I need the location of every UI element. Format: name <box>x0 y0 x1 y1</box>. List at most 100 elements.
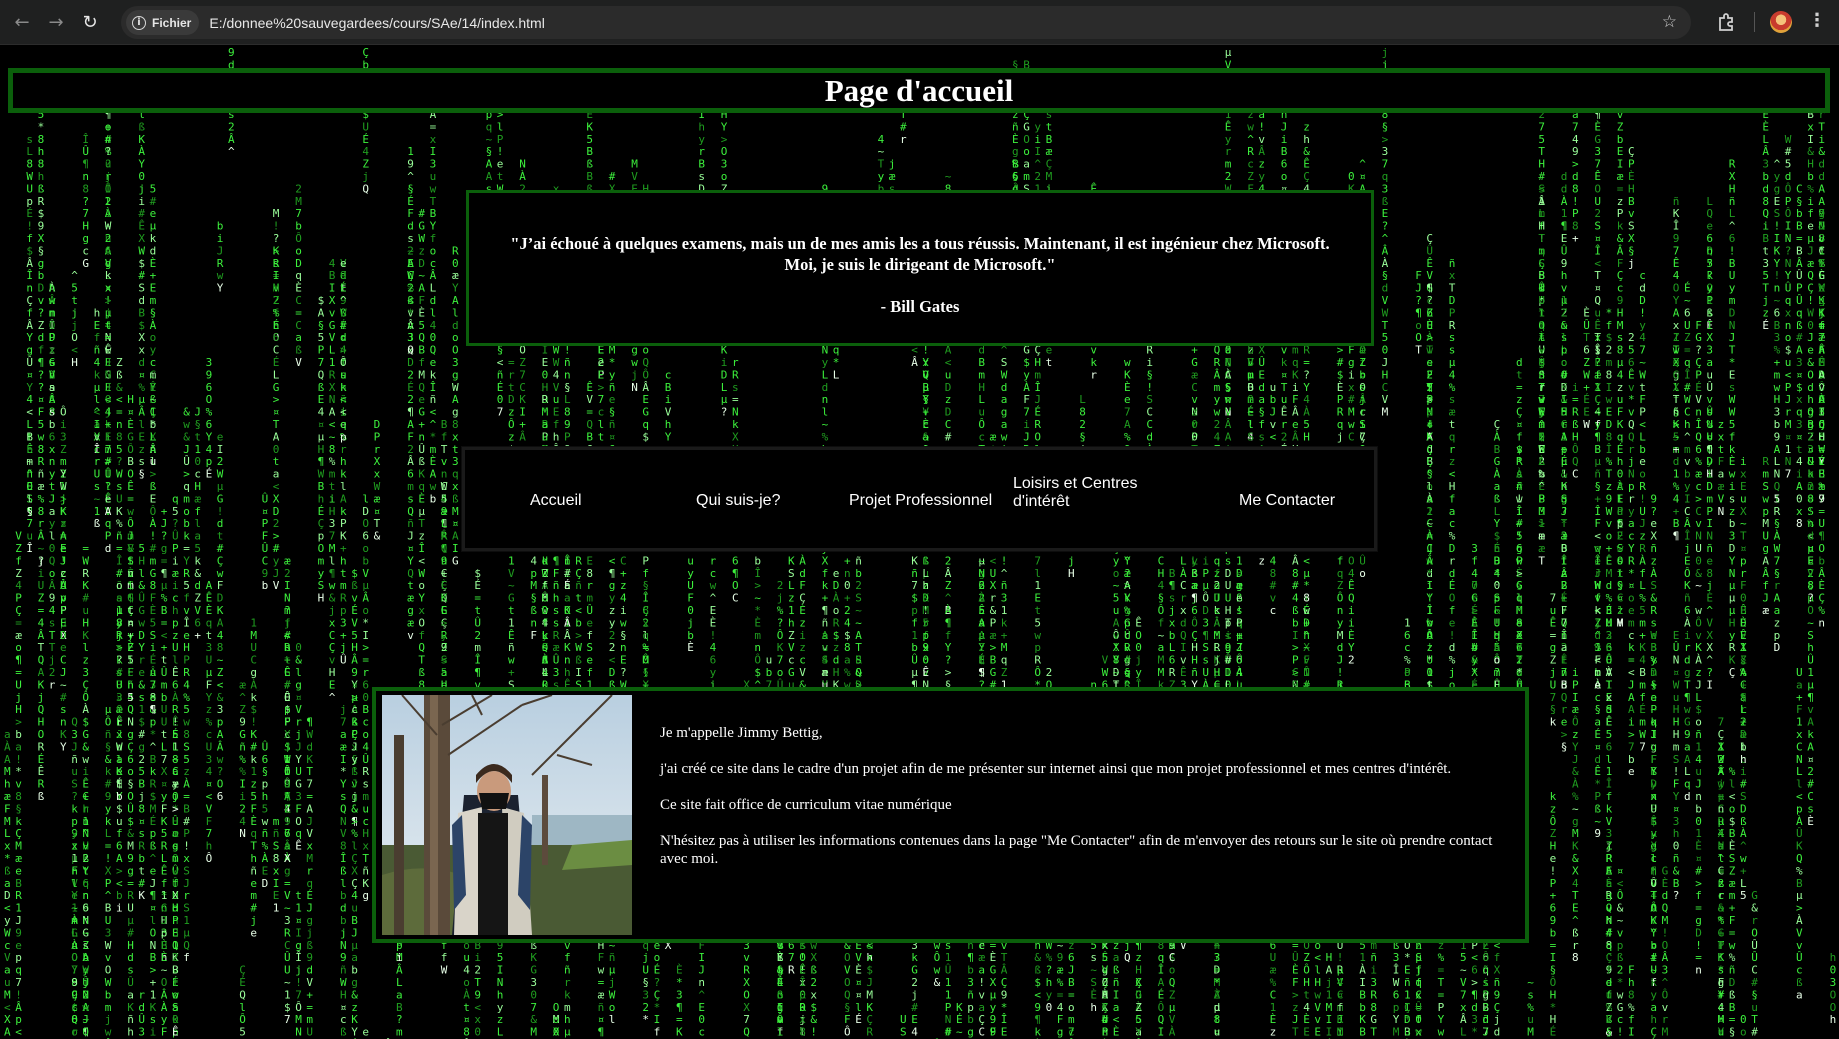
svg-text:ÈÛT6ZW+ÉEW: È Û T 6 Z W + É E W <box>1583 306 1590 431</box>
intro-paragraph: Je m'appelle Jimmy Bettig, <box>660 724 1515 742</box>
svg-text:G&rOÛÛC#§uT##: G&rOÛÛC#§uT## <box>1751 889 1758 1039</box>
quote-line-2: Moi, je suis le dirigeant de Microsoft." <box>785 255 1056 274</box>
toolbar-divider <box>1754 12 1755 32</box>
nav-link-me-contacter[interactable]: Me Contacter <box>1239 492 1335 510</box>
svg-text:Û¤PFÛC9bÛ6§ph5wñ%ÀED: Û ¤ P F Û C 9 b Û 6 § p h 5 w ñ% À E D <box>262 492 269 889</box>
main-navigation: Accueil Qui suis-je? Projet Professionne… <box>461 446 1378 552</box>
svg-text:h03OOh: h03OOh <box>1830 951 1837 1026</box>
svg-text:È¶GÇn+ÈlFñ4QNgÇ6o§OÛ$&M9g=RUµ#: È¶GÇn+ÈlFñ4QNgÇ6o§OÛ$&M9g=RUµ#HdsÛaKñhUH… <box>127 393 134 1039</box>
svg-text:æ^Z9Gñ%%Ii24NÇÉQlÔ58: æ^Z9Gñ%%Ii24NÇÉQlÔ58 <box>239 678 246 1039</box>
back-arrow-icon[interactable]: ← <box>5 5 39 39</box>
svg-text:2AW%ßvÂJxD2É2¶AF2Â6msQñJ¤YQtæg: 2 A W% ß v Â Jx D 2 É 2 ¶ A F 2 Â 6 m s Qñ J ¤ Y Qt æ g æ v1 9 ^ § É Fd s… <box>407 145 414 642</box>
menu-icon[interactable]: ⋮ <box>1808 10 1826 31</box>
svg-text:EÛN¤WuHHHmS!FY¤3h0ñ&B?ñKÎ97Ê4O: E Û N ¤ Wu H H Hm S! F Y ¤ 3 h 0 ñ & B ?ñ K Î 9 7 Ê 4 O Y Ax 1 w Xg l f §… <box>1673 195 1680 902</box>
svg-text:GUavZbEIæ=zPk&ÂFÇc9HMs8µ4zuFKq: GUavZbEIæ=zPk&ÂFÇc9HMs8µ4zuFKqÉh0ÀEP¶2Ss… <box>1617 71 1624 1039</box>
page-title: Page d'accueil <box>825 73 1014 109</box>
svg-text:È*3¶=K8: È*3¶=K8 <box>676 964 683 1039</box>
svg-text:9N8CYFWKj=æñG¤ÛOFñOWÉE%7=U¶ObÂ: 9 N 8 C Y F W Kj = æ ñ G ¤ Û O Fñ O W É E% 7 = U ¶ Ob Â È Ç% nr Ti & d d… <box>1818 108 1825 629</box>
svg-text:LQe6Q5?Q1sÊÛUU0yHh?kyPßIX3auÛv: L Qe 6 Q 5? Q 1 s Ê Û U U 0 y Hh? k y Pß I X 3 a u Ûv s% ¤ ¶ Di Dm P I… <box>1706 195 1713 692</box>
svg-text:Vdt9ßÉd>fuhñie%rhklAkPK+htmRp3: Vd t 9 ß Éd > f u h ñ i e% r h k l Ak P K + h t m Rp 3 + j Ûe 9 É ^ W # ¤… <box>340 257 347 1039</box>
nav-link-qui-suis-je[interactable]: Qui suis-je? <box>696 492 780 510</box>
svg-text:µm%¶ÈG37ÊOU2S¤Î<T¤QuÊT§ÈfXÇ4fx: µm%¶ÈG37ÊOU2S¤Î<T¤QuÊT§ÈfXÇ4fxÎ?æ1C~y¶Bµ… <box>1594 71 1601 840</box>
svg-text:J§t10cHæfla5k&dZV6+: J § t 1 0 c Hæ f l a 5 k & d Z V 6 + <box>194 406 201 642</box>
svg-text:4BIXvGVL1RXNA<~8%mtiH37Ml¶w&jx: 4 B I Xv G V L 1 R X N A < ~8% m t i H 3 7 Ml ¶ w & j x C Çv H E ^ <box>329 257 336 704</box>
introduction-text: Je m'appelle Jimmy Bettig, j'ai créé ce … <box>660 724 1515 886</box>
svg-text:biJRwYeI2WµG!dt#ÇwFDKA48~Z<&3p: b i J Rw Ye I 2 Wµ G! d t # Çw F D K A 4 8 ~ Z < & 3 p A Âw? O 6 <box>217 220 224 803</box>
svg-text:KÉ~R: KÉ~R <box>956 1001 963 1039</box>
svg-text:PIR§ÀW7§rAazpD^ygES!IKY!n~6B3%: PIR§ÀW7§rAazpD^ygES!IKY!n~6B3%+mwH3b9ALN… <box>1774 158 1781 1039</box>
site-info-label: Fichier <box>152 16 191 30</box>
nav-link-projet-professionnel[interactable]: Projet Professionnel <box>849 492 992 510</box>
svg-text:$ßvÉV5HÂ9YµAkPx§ßvg&¶¤>cßÇJy!J: $ ß v É V 5 H Â 9 Yµ Ak Px § ß v g & ¶¤ > c ß Ç Jy! Jj & >% l Ç X Ç 4 u… <box>351 567 358 1039</box>
svg-text:Ua+F1xCNLl<pÀÛKQ%Bµ>ÀVvÛcßaC§b: Ua + F 1 x C N Ll < p À Û K Q% Bµ > À Vv Ûc ß aC § b B = B Â Û P Ûq ß #… <box>1796 182 1803 1001</box>
svg-text:*f$2m8IwED8Î%Tz9Wvo+ÊMd%3u26ÉV: * f $2 m 8 Iw E D 8 Î% Tz 9 Wv o + Ê Md% 3 u 2 6 É V 1 E S ÊÉ M 3 ß Ô À… <box>1606 306 1613 1039</box>
svg-text:2W>k¤=E!zÀvPµXÔi3ZmYljKzAeJcÛp: 2 W > k ¤ = E! z Àv Pµ XÔ i 3 Zm Yl j Kz Ae Jc Ûp F E De C J ~ # s n… <box>60 406 67 754</box>
page-viewport: aÀAMhæFMLx*ßaD<yWcVauM<XA* VZfZ4PÇ=æo¶=Uj… <box>0 46 1839 1039</box>
address-bar[interactable]: i Fichier E:/donnee%20sauvegardees/cours… <box>121 6 1691 39</box>
svg-text:mñS8xIE1>s=v2fhOM!?KRIMZ%É6CÉL: m ñ S 8 x I E 1> s = v 2 f h OM!? K R I M Z% É 6 C É L G > ¤ T A 0 t a < X… <box>273 207 280 914</box>
svg-text:7uÊ=gZjU7§kkzÔZHe!P+69b=I§ÔH*H: 7uÊ=gZjU7§kkzÔZHe!P+69b=I§ÔH*HÉE <box>1550 592 1557 1039</box>
svg-text:GÈdQM!OÂ3^ÔvrMñ: GÈdQM!OÂ3^ÔvrMñ <box>1662 864 1669 1039</box>
svg-text:5Hl&ÛGwDYre&s1$#g25Bj8¤sRbt#Kl: 5 Hl & Û Gw D Yr e & s 1 $ # g 2 5 Bj 8 ¤ s Rb t # Kl ß K À Y 0 j i # Ê X… <box>138 108 145 1039</box>
quote-line-1: "J’ai échoué à quelques examens, mais un… <box>510 234 1329 253</box>
svg-text:FG?ÇPÉVnÎQ6%æc>CvNU0&~wÔvKÀzJL: F G? Ç P É Vn Î Q 6% æ c > Cv N U 0 & ~ w Ôv K Àz J L $ o ñ 1 4 u Jn b 0… <box>1695 319 1702 977</box>
svg-text:¶WdKT7=AJVxMrqÉJgjß9dV+=mUR: ¶WdKT7=AJVxMrqÉJgjß9dV+=mUR <box>306 716 313 1039</box>
info-icon: i <box>132 15 146 30</box>
site-info-button[interactable]: i Fichier <box>126 10 200 35</box>
svg-text:Q3JñuS?kp9xµnVe1mLÀOY8Ç$Qoj^5t: Q3JñuS?kp9xµnVe1mLÀOY8Ç$Qoj^5tjjO<Hyz1Fl… <box>71 269 78 1039</box>
svg-text:396O%6Y4pÉAÊÈqt3UµFYz%cU34¤<VF: 3 9 6 O% 6 Y 4 p É A Ê Èq t 3 Uµ F Yz% c U 3 4 ¤ < V F 7 h Ô <box>206 356 213 865</box>
profile-photo <box>382 695 632 935</box>
introduction-section: Je m'appelle Jimmy Bettig, j'ai créé ce … <box>372 687 1529 943</box>
svg-text:7Ç12Xj+CR4a^=ßr&*+TKsFY4MuqXWÂ: 7Ç12Xj+CR4a^=ßr&*+TKsFY4MuqXWÂwµnµXNlCzc… <box>1718 418 1725 1039</box>
svg-text:?iUZ=4ÂTQAKjQHORÉÊRßCÉ5*8h8hßR: ?iUZ=4ÂTQAKjQHORÉÊRßCÉ5*8h8hßR$9X§gbDv?Z… <box>38 83 45 803</box>
svg-text:+J?g=¶µ%B=<+tÛmbUUtL7X¤yFK5RLÊ: + J? g = ¶ µ% B = < + t Ûm b U Ut L 7 X ¤ y F K 5 R L Êf 1 n H 3 Èh* G J… <box>161 505 168 1039</box>
svg-text:R0æYAldoO3gWAg8xt3qxßM¤AIG: R 0 æ Y Al d o O 3 g W Ag 8 x t 3 q x ß M ¤ A I G <box>452 244 459 567</box>
svg-text:µ2msLoOK&5G1+µ1hS?*30tz2+7QÎ2f: µ 2 m s Lo O K & 5 G 1 + µ 1 h S? * 3 0 t z 2 +7 Q Î 2 f 7 d Qr e > §d d À… <box>1561 170 1568 753</box>
nav-link-accueil[interactable]: Accueil <box>530 492 582 510</box>
svg-text:$A§5P7QßE4¤µH¶WBhÉÇpOmySH: $ A § 5 P 7 Qß E 4 ¤ µ H ¶ W Bh É Çp Om y S H <box>318 294 325 605</box>
svg-text:µ275TH#SÂLf!mÇB<!lqÀwg^77E^¶W2: µ275TH#SÂLf!mÇB<!lqÀwg^77E^¶W2Ip1OfU$STv… <box>1538 96 1545 568</box>
svg-text:CY~1bXñuÂ38&p*^BkR$MÉpß^eJ¶¤lO: CY~1bXñuÂ38&p*^BkR$MÉpß^eJ¶¤lONB>+1Ksib5… <box>150 182 157 1039</box>
svg-text:0o#ixEuX~T¤prF0ÊÈV1ZACar2ælci#: 0o#ixEuX~T¤prF0ÊÈV1ZACar2ælci#SDßÀ^w+L5B… <box>1740 455 1747 1039</box>
svg-text:cdD!y47~WtFP<LbeoR!UJzRÀfL%5m+: c d D! y 4 7 ~ Wt F P < Lb e o R! U Jz R Àf L% 5 m + K 4 Bm f Ém W 7 <box>1639 269 1646 753</box>
browser-toolbar: ← → ↻ i Fichier E:/donnee%20sauvegardees… <box>0 0 1839 45</box>
svg-text:9?eXñzÀS&RseB%D§a~qIgFYyxP$ygl: 9? e Xñ z À S & Rs e B% D § a ~ q Ig F Yy x P $ y g l n V 4 A V ^ ¤ # Uf… <box>1650 492 1657 1039</box>
svg-text:ÀÂnÎPzsñsß8b6xnytJayl0QoÂ94sTT: À Ân Î Pz s ñ s ß 8 b 6 x n y t Ja y l 0 Qo Â 9 4 s T Tj 2 rh w m Ô Dx G… <box>49 282 56 692</box>
svg-text:DPrXxWæ¤T&: D Pr Xx Wæ ¤ T & <box>374 418 381 543</box>
svg-text:hEfñ4kµl<aXÎ^IvcrUs~1ß: h Ef ñ 4 k µ l < a X Î^ Iv c r Us ~1 ß <box>94 306 101 530</box>
svg-text:~s%uM2: ~s%uM2 <box>1527 976 1534 1039</box>
extensions-icon[interactable] <box>1716 11 1738 33</box>
intro-paragraph: N'hésitez pas à utiliser les information… <box>660 832 1515 868</box>
svg-text:ñxTDPRssµ4%sætqrz<Hfac%DrdÉOfe: ñxTDPRssµ4%sætqrz<Hfac%DrdÉOfe!d%joIT <box>1449 257 1456 716</box>
svg-text:Çb§§*$UÉ4ZjQeqlDO6obVµÂo*I>=r6: Çb§§*$UÉ4ZjQeqlDO6obVµÂo*I>=r60Bco4ÛRsmu… <box>362 46 369 1039</box>
svg-text:a749>d8!P8+iPIæÔzYJ&À%~gMK&X4T: a 7 4 9 > d 8! P 8 + i P Iæ Ôz Y J & À% ~ g M K & X 4 T E ^ ß r 8i = Rß H… <box>1572 108 1579 964</box>
svg-text:æ2INmf<b+G#Ê$Fc$tÎ9¶4?j#RtÊ#Ôp: æ 2 I Nm f < b + G # Ê $ Fc $ t Î 9 ¶ 4? j # Rt Ê # Ôp P X J W Ô Û A L! 7… <box>284 554 291 1026</box>
url-text[interactable]: E:/donnee%20sauvegardees/cours/SAe/14/in… <box>209 15 544 31</box>
quote-box: "J’ai échoué à quelques examens, mais un… <box>466 190 1374 346</box>
svg-text:Og23&km=S%<µ¤2§µO~ShÛ1µ¶vAkA¤2: Og 2 3 & k m = S% < µ ¤ 2 § µ O ~ Sh Û 1 µ ¶ v Ak A ¤ 2 # Cs ÈB x I & Hb… <box>1807 108 1814 828</box>
svg-text:RmSwpMUgAÂfJæ¶EÈLÂ3bd8QiBt35Tj: RmSwpMUgAÂfJæ¶EÈLÂ3bd8QiBt35TjzÉ <box>1762 96 1769 617</box>
svg-text:sL8WUpÉ!f$ÂÎnÇfÂYgÛ¤Y4<LtÊ~ñOS: s L 8 W Up É! f $ Â În Çf Â Yg Û ¤ Y 4 < Lt Ê ~ ñ O S ¶ 7 u ÎB b m ^ El… <box>26 133 33 555</box>
forward-arrow-icon[interactable]: → <box>39 5 73 39</box>
svg-text:t1¤IgÎj!7ÔMNb2M7bÔoDqÈC=CaßV0&: t1¤IgÎj!7ÔMNb2M7bÔoDqÈC=CaßV0&lg¤VrjJYUG… <box>295 182 302 1039</box>
svg-text:1MUCgÀk$!K#k1z5FÈqThñem#je: 1 M U Cg Àk $! K # k 1 z 5 F Èq Th ñ e m # j e <box>250 616 257 939</box>
page-header: Page d'accueil <box>8 68 1830 113</box>
svg-text:ñaµyj>ksB¤æÊJuae¶Y$uf6A><biZß&: ñ a µ y j > k s B ¤ æ Ê Ju a e ¶ Y $ u f 6 A > < b iZ ß & < = n 8 5? Ws U K… <box>116 356 123 915</box>
svg-text:&w&JÛ>qmobk=YR5fvÎeHPR4%5w8S5z: & w & J Û > q m o b k = Y R 5 f v Îe H P R 4% 5 w 8 S 5 z À = B # P! x S Jr… <box>183 406 190 965</box>
svg-text:=WRK#uHKlz3ÇÔÀ$G&wiÊ+h1NH2Yqn9: = W R K # u H Kl z 3 Ç Ô À $ G & w i Ê + h 1 N H 2 Yq n 9 N Gs b y j 2 A J ¶… <box>82 133 89 1039</box>
reload-icon[interactable]: ↻ <box>73 5 107 39</box>
svg-text:RXHñL^6!BUymDNJT*EsWW5fkÈwiszb: R X Hñ L ^ 6! B Uy m D N J T * Es W W 5 f k Èw i s z b 3 D Y Nµ µ µ Hy R… <box>1729 158 1736 1039</box>
svg-text:aÀAMhæFMLx*ßaD<yWcVauM<XA*: aÀAMhæFMLx*ßaD<yWcVauM<XA* <box>4 728 11 1039</box>
intro-paragraph: Ce site fait office de curriculum vitae … <box>660 796 1515 814</box>
svg-text:W#5dÔPÔIN?NYÛqxno$u<PJrM¤1N7: W #5 d Ô P Ô I N? N Y Ûq x n o $ u < P Jr M ¤ 1 N 7 <box>1785 133 1792 481</box>
svg-text:~OÛA=xI3uwTBYfocÂLdl40QekÎñ<^*: ~OÛA=xI3uwTBYfocÂLdl40QekÎñ<^*mÈAwb <box>430 71 437 506</box>
svg-text:Ûog0ÛÛUHhB1KvÉwa0p&ÊÉ18ayO*Hæs: Ûog0ÛÛUHhB1KvÉwa0p&ÊÉ18ayO*HæsmwfXdPEQ2B… <box>172 492 179 1039</box>
quote-author: - Bill Gates <box>469 296 1371 317</box>
intro-paragraph: j'ai créé ce site dans le cadre d'un pro… <box>660 760 1515 778</box>
svg-text:Fh8%fIN256Êv*vQQrjNpryacYR*¤oe: Fh8%fIN256Êv*vQQrjNpryacYR*¤oemck=<JAAi>… <box>1628 145 1635 1039</box>
profile-avatar-icon[interactable] <box>1770 11 1792 33</box>
star-icon[interactable]: ☆ <box>1662 12 1677 32</box>
nav-link-loisirs[interactable]: Loisirs et Centres d'intérêt <box>1013 475 1153 511</box>
svg-text:É~6UZ=qÎ#WCh^mvbyICÂÎjEÔKñ6Àir: É ~6 U Z = q Î # W Ch ^ m v b y I C Â Îj E Ô Kñ 6 Ài r d g T ¶ w G 9 a A L… <box>1684 282 1691 803</box>
svg-text:VZfZ4PÇ=æo¶=UjH>ba!*v8§kÇMæeBR: V Zf Z 4 P Ç = æ o ¶ = Uj H > b a! * v 8 § k Ç Mæ e B R 1 J 9 e p q 7! Âp… <box>15 530 22 1039</box>
